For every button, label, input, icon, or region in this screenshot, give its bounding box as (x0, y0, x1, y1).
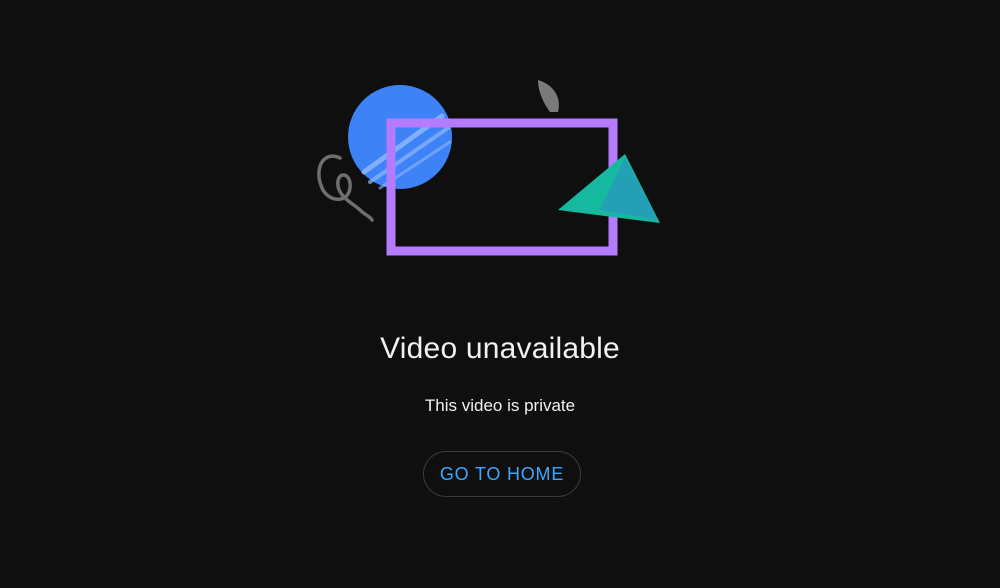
error-message: This video is private (424, 396, 576, 415)
go-to-home-button[interactable]: GO TO HOME (423, 451, 581, 497)
error-page: Video unavailable This video is private … (0, 0, 1000, 588)
half-moon-icon (538, 80, 559, 112)
error-title: Video unavailable (380, 332, 620, 365)
planet-icon (348, 85, 452, 190)
video-unavailable-illustration (300, 70, 680, 270)
